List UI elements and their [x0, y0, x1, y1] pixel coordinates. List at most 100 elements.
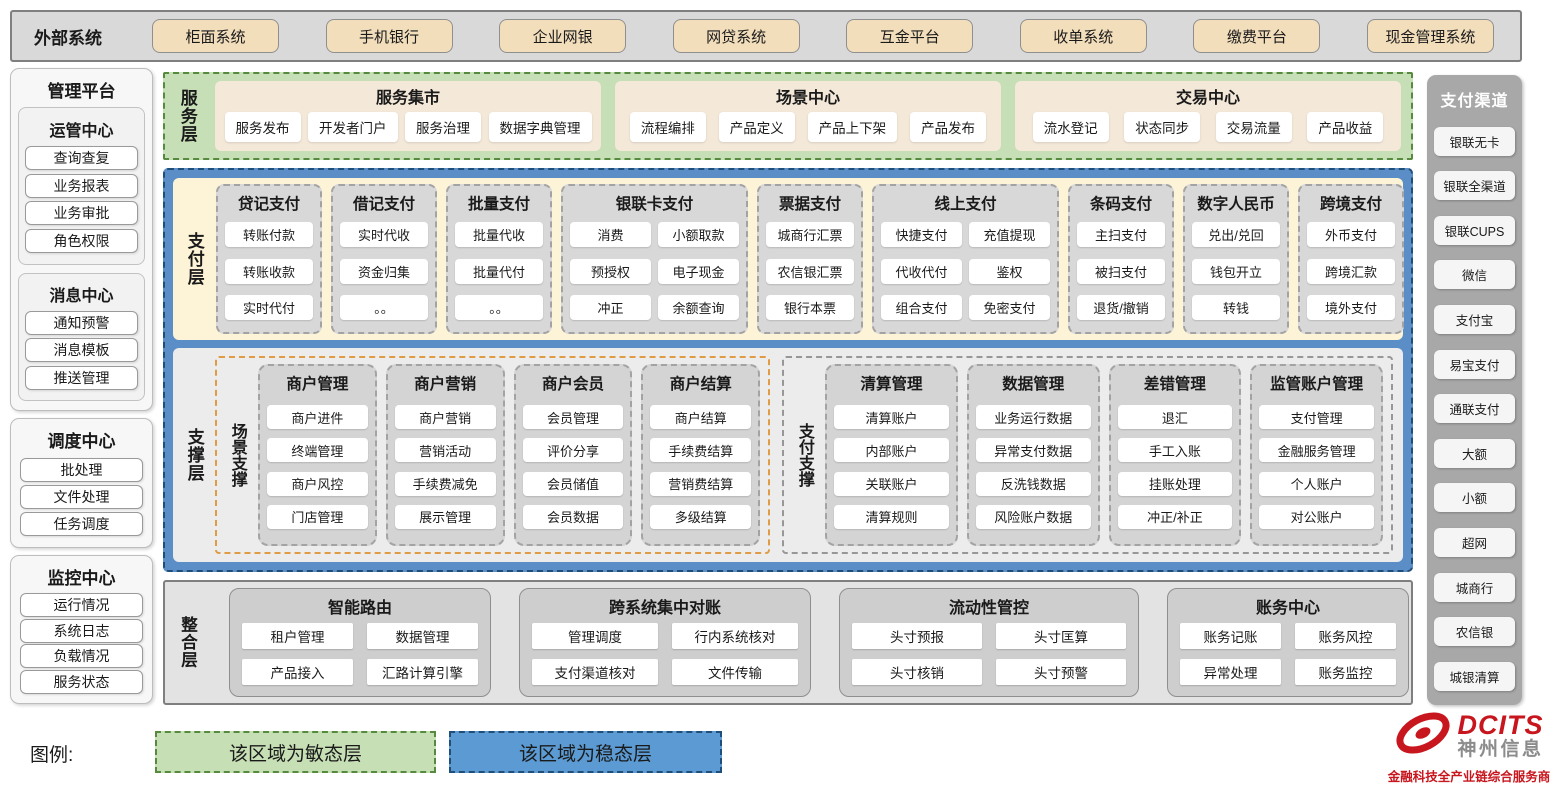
support-item-button[interactable]: 清算规则	[834, 505, 949, 529]
management-item-button[interactable]: 查询查复	[25, 146, 138, 170]
payment-item-button[interactable]: 外币支付	[1307, 222, 1395, 247]
payment-item-button[interactable]: 。。	[340, 295, 428, 320]
payment-item-button[interactable]: 转钱	[1192, 295, 1280, 320]
external-system-button[interactable]: 网贷系统	[673, 19, 800, 53]
payment-channel-button[interactable]: 支付宝	[1434, 305, 1515, 334]
external-system-button[interactable]: 收单系统	[1020, 19, 1147, 53]
payment-item-button[interactable]: 电子现金	[658, 259, 739, 284]
integration-item-button[interactable]: 数据管理	[367, 623, 478, 649]
payment-item-button[interactable]: 被扫支付	[1077, 259, 1165, 284]
payment-channel-button[interactable]: 城商行	[1434, 573, 1515, 602]
payment-item-button[interactable]: 批量代付	[455, 259, 543, 284]
payment-item-button[interactable]: 余额查询	[658, 295, 739, 320]
support-item-button[interactable]: 商户营销	[395, 405, 496, 429]
payment-item-button[interactable]: 消费	[570, 222, 651, 247]
payment-item-button[interactable]: 充值提现	[969, 222, 1050, 247]
management-item-button[interactable]: 角色权限	[25, 229, 138, 253]
payment-channel-button[interactable]: 银联全渠道	[1434, 171, 1515, 200]
support-item-button[interactable]: 营销活动	[395, 438, 496, 462]
support-item-button[interactable]: 商户风控	[267, 472, 368, 496]
management-item-button[interactable]: 推送管理	[25, 366, 138, 390]
external-system-button[interactable]: 手机银行	[326, 19, 453, 53]
integration-item-button[interactable]: 账务风控	[1295, 623, 1396, 649]
support-item-button[interactable]: 手工入账	[1118, 438, 1233, 462]
support-item-button[interactable]: 多级结算	[650, 505, 751, 529]
management-item-button[interactable]: 业务审批	[25, 201, 138, 225]
support-item-button[interactable]: 支付管理	[1259, 405, 1374, 429]
support-item-button[interactable]: 个人账户	[1259, 472, 1374, 496]
external-system-button[interactable]: 互金平台	[846, 19, 973, 53]
support-item-button[interactable]: 挂账处理	[1118, 472, 1233, 496]
payment-item-button[interactable]: 转账付款	[225, 222, 313, 247]
support-item-button[interactable]: 反洗钱数据	[976, 472, 1091, 496]
service-item-button[interactable]: 开发者门户	[308, 112, 398, 142]
payment-channel-button[interactable]: 超网	[1434, 528, 1515, 557]
integration-item-button[interactable]: 租户管理	[242, 623, 353, 649]
service-item-button[interactable]: 状态同步	[1124, 112, 1200, 142]
payment-channel-button[interactable]: 微信	[1434, 260, 1515, 289]
integration-item-button[interactable]: 支付渠道核对	[532, 659, 658, 685]
service-item-button[interactable]: 产品收益	[1307, 112, 1383, 142]
management-item-button[interactable]: 任务调度	[20, 512, 143, 536]
payment-item-button[interactable]: 预授权	[570, 259, 651, 284]
payment-item-button[interactable]: 。。	[455, 295, 543, 320]
support-item-button[interactable]: 异常支付数据	[976, 438, 1091, 462]
support-item-button[interactable]: 手续费减免	[395, 472, 496, 496]
service-item-button[interactable]: 服务治理	[405, 112, 481, 142]
support-item-button[interactable]: 风险账户数据	[976, 505, 1091, 529]
service-item-button[interactable]: 服务发布	[225, 112, 301, 142]
payment-item-button[interactable]: 转账收款	[225, 259, 313, 284]
management-item-button[interactable]: 系统日志	[20, 619, 143, 643]
payment-channel-button[interactable]: 易宝支付	[1434, 350, 1515, 379]
support-item-button[interactable]: 对公账户	[1259, 505, 1374, 529]
management-item-button[interactable]: 通知预警	[25, 311, 138, 335]
payment-item-button[interactable]: 境外支付	[1307, 295, 1395, 320]
payment-item-button[interactable]: 实时代付	[225, 295, 313, 320]
support-item-button[interactable]: 金融服务管理	[1259, 438, 1374, 462]
payment-item-button[interactable]: 鉴权	[969, 259, 1050, 284]
support-item-button[interactable]: 商户进件	[267, 405, 368, 429]
integration-item-button[interactable]: 行内系统核对	[672, 623, 798, 649]
payment-item-button[interactable]: 批量代收	[455, 222, 543, 247]
payment-item-button[interactable]: 小额取款	[658, 222, 739, 247]
support-item-button[interactable]: 门店管理	[267, 505, 368, 529]
payment-item-button[interactable]: 冲正	[570, 295, 651, 320]
integration-item-button[interactable]: 账务监控	[1295, 659, 1396, 685]
support-item-button[interactable]: 会员管理	[523, 405, 624, 429]
external-system-button[interactable]: 缴费平台	[1193, 19, 1320, 53]
payment-item-button[interactable]: 代收代付	[881, 259, 962, 284]
support-item-button[interactable]: 会员储值	[523, 472, 624, 496]
management-item-button[interactable]: 服务状态	[20, 670, 143, 694]
integration-item-button[interactable]: 头寸匡算	[996, 623, 1126, 649]
integration-item-button[interactable]: 产品接入	[242, 659, 353, 685]
payment-item-button[interactable]: 实时代收	[340, 222, 428, 247]
management-item-button[interactable]: 业务报表	[25, 174, 138, 198]
integration-item-button[interactable]: 头寸预警	[996, 659, 1126, 685]
support-item-button[interactable]: 内部账户	[834, 438, 949, 462]
external-system-button[interactable]: 柜面系统	[152, 19, 279, 53]
service-item-button[interactable]: 数据字典管理	[489, 112, 592, 142]
payment-channel-button[interactable]: 银联无卡	[1434, 127, 1515, 156]
external-system-button[interactable]: 企业网银	[499, 19, 626, 53]
payment-item-button[interactable]: 组合支付	[881, 295, 962, 320]
payment-item-button[interactable]: 主扫支付	[1077, 222, 1165, 247]
support-item-button[interactable]: 业务运行数据	[976, 405, 1091, 429]
payment-channel-button[interactable]: 农信银	[1434, 617, 1515, 646]
integration-item-button[interactable]: 头寸核销	[852, 659, 982, 685]
management-item-button[interactable]: 批处理	[20, 458, 143, 482]
payment-item-button[interactable]: 钱包开立	[1192, 259, 1280, 284]
management-item-button[interactable]: 运行情况	[20, 593, 143, 617]
service-item-button[interactable]: 流程编排	[630, 112, 706, 142]
payment-item-button[interactable]: 农信银汇票	[766, 259, 854, 284]
support-item-button[interactable]: 终端管理	[267, 438, 368, 462]
payment-channel-button[interactable]: 银联CUPS	[1434, 216, 1515, 245]
integration-item-button[interactable]: 文件传输	[672, 659, 798, 685]
support-item-button[interactable]: 展示管理	[395, 505, 496, 529]
support-item-button[interactable]: 会员数据	[523, 505, 624, 529]
payment-channel-button[interactable]: 城银清算	[1434, 662, 1515, 691]
management-item-button[interactable]: 文件处理	[20, 485, 143, 509]
support-item-button[interactable]: 冲正/补正	[1118, 505, 1233, 529]
integration-item-button[interactable]: 管理调度	[532, 623, 658, 649]
payment-item-button[interactable]: 城商行汇票	[766, 222, 854, 247]
payment-channel-button[interactable]: 小额	[1434, 483, 1515, 512]
